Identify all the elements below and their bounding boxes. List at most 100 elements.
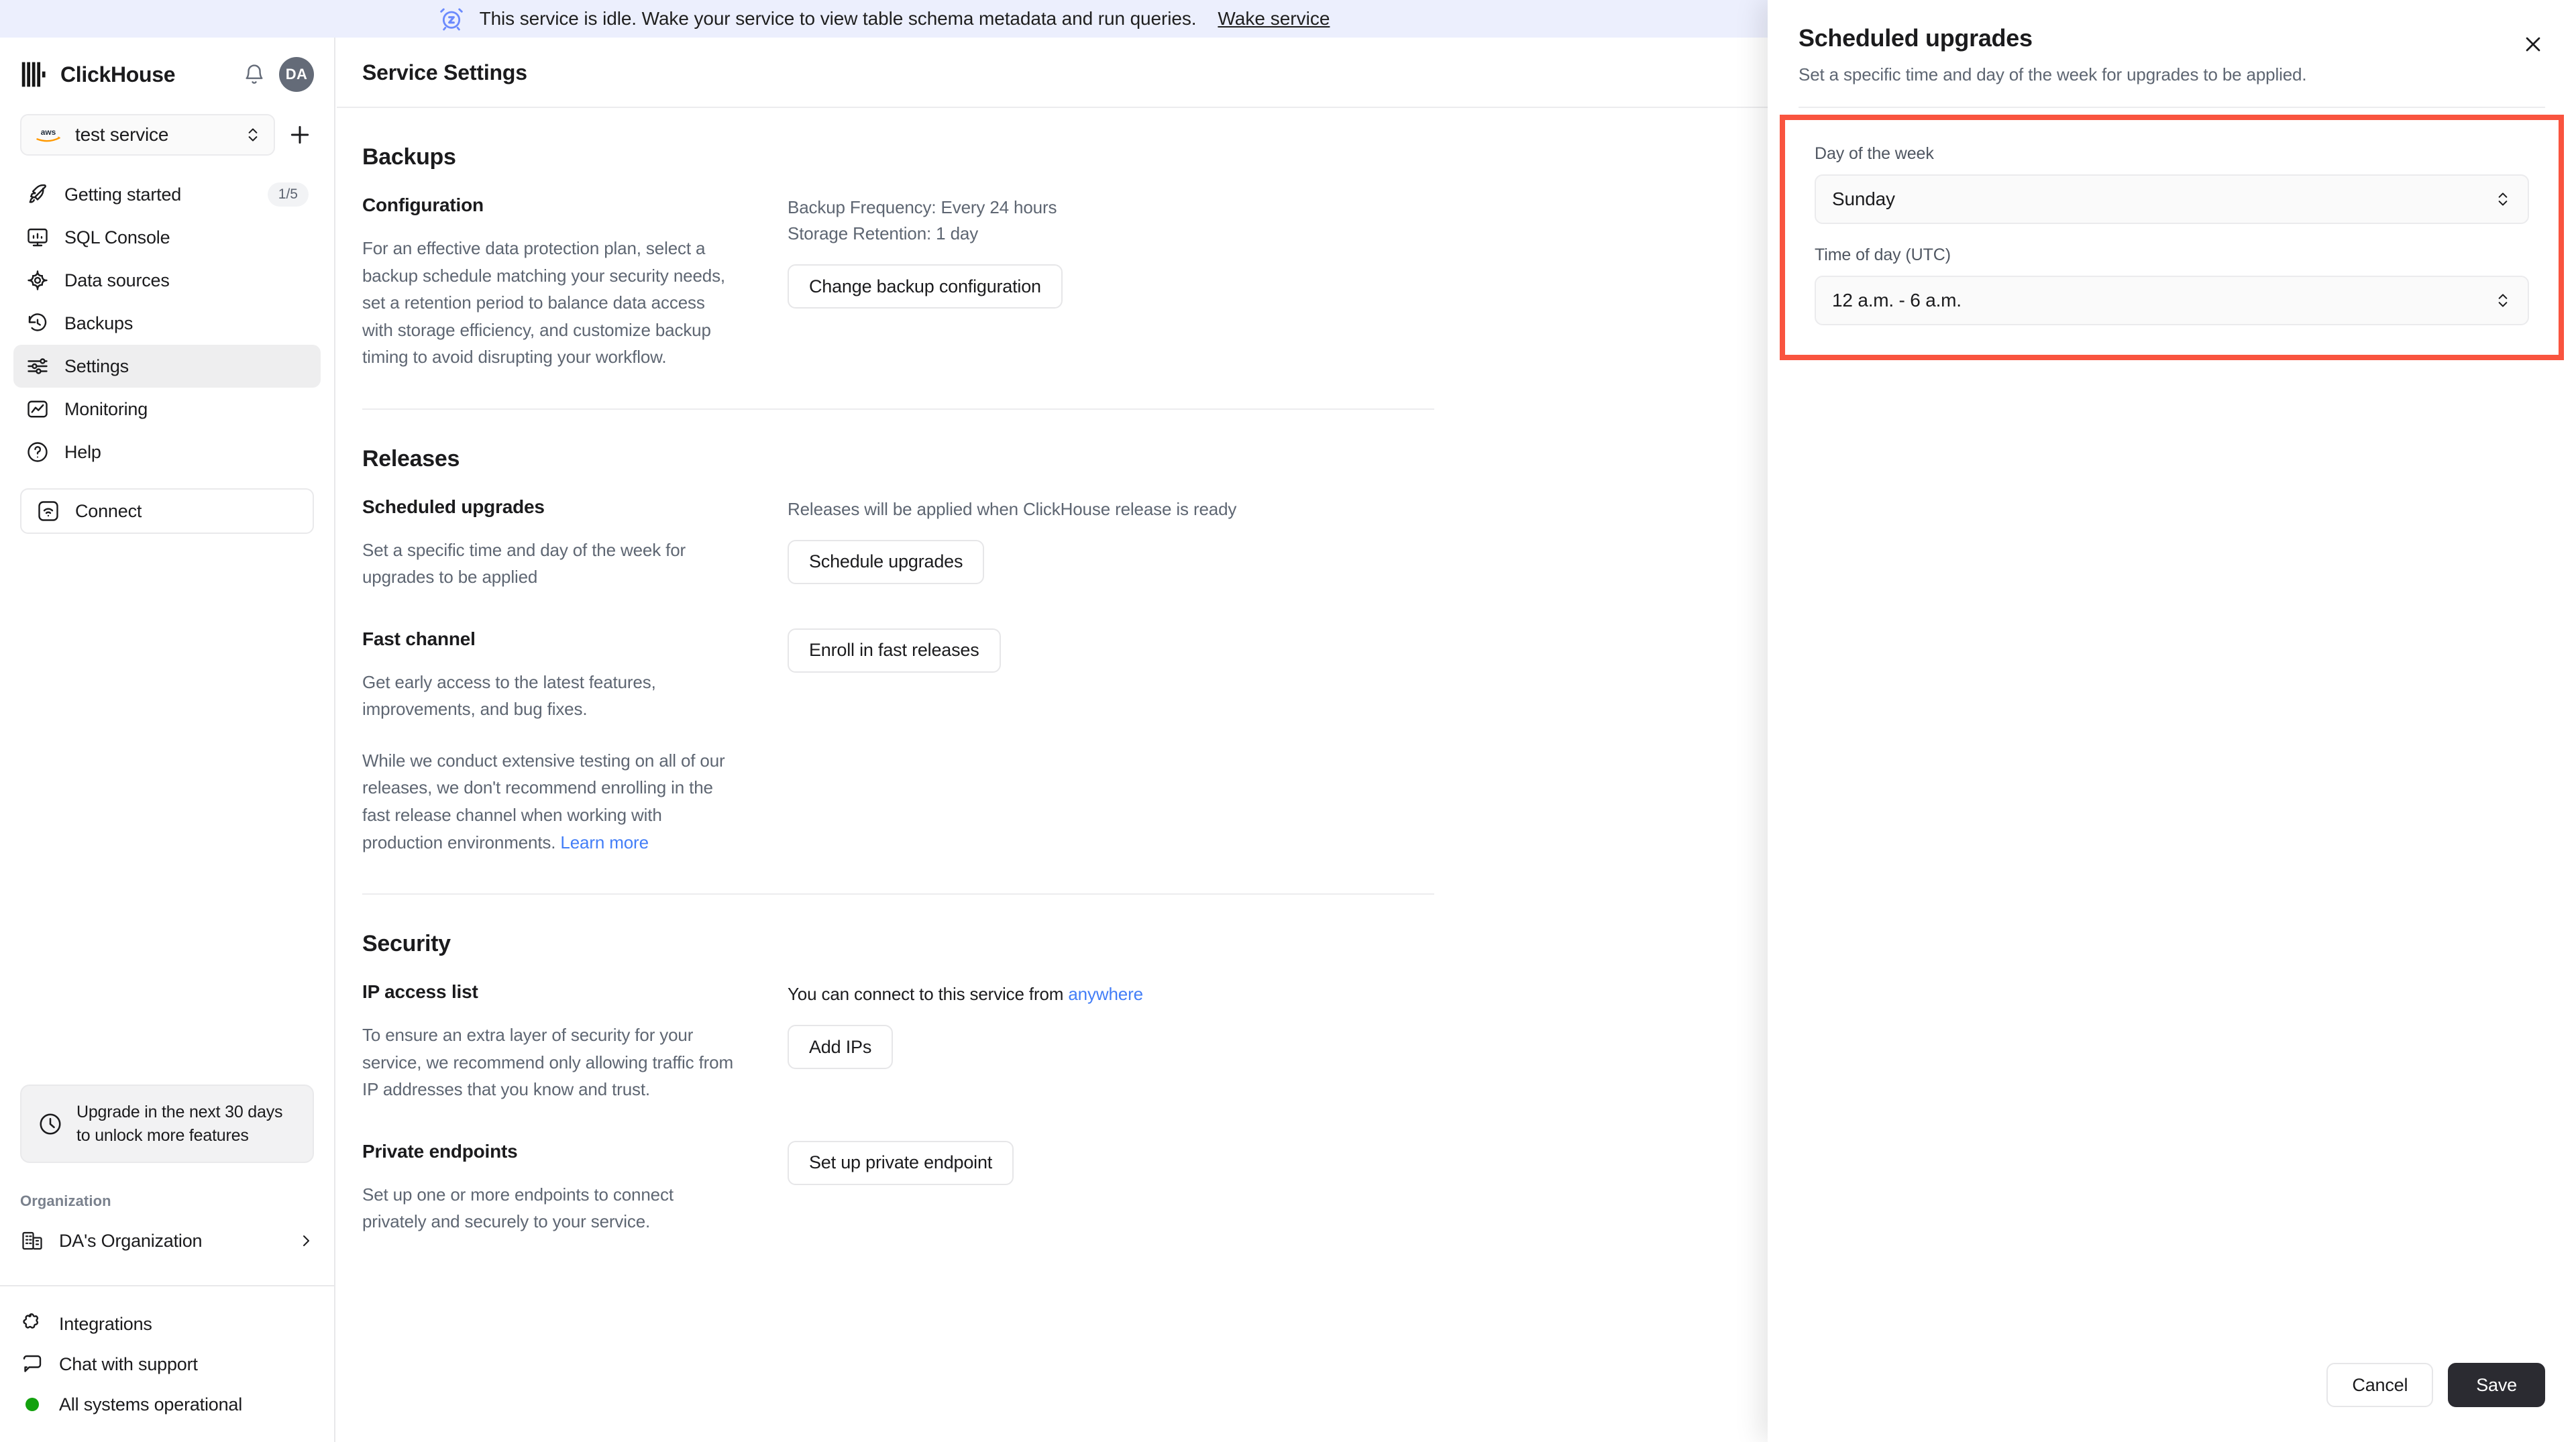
setting-left: Scheduled upgrades Set a specific time a… (362, 496, 738, 591)
setting-description: To ensure an extra layer of security for… (362, 1025, 733, 1100)
sidebar-item-help[interactable]: Help (13, 431, 321, 474)
sidebar-item-label: Getting started (64, 184, 182, 205)
upgrade-schedule-fields-highlight: Day of the week Sunday Time of day (UTC)… (1780, 115, 2564, 360)
sidebar-item-label: Settings (64, 355, 129, 376)
close-icon[interactable] (2521, 32, 2545, 56)
setting-row-fast-channel: Fast channel Get early access to the lat… (362, 628, 1768, 856)
fast-channel-warning-text: While we conduct extensive testing on al… (362, 750, 725, 852)
data-sources-icon (25, 268, 50, 292)
setting-left: Fast channel Get early access to the lat… (362, 628, 738, 856)
status-dot (25, 1398, 39, 1411)
notifications-bell-icon[interactable] (243, 63, 266, 86)
sidebar-item-data-sources[interactable]: Data sources (13, 259, 321, 302)
schedule-upgrades-button[interactable]: Schedule upgrades (788, 539, 985, 584)
sidebar-item-label: Data sources (64, 270, 170, 290)
change-backup-configuration-button[interactable]: Change backup configuration (788, 264, 1063, 309)
drawer-header: Scheduled upgrades Set a specific time a… (1768, 0, 2576, 108)
wifi-icon (36, 499, 60, 523)
chevron-updown-icon (2494, 290, 2512, 311)
setting-left: Private endpoints Set up one or more end… (362, 1141, 738, 1235)
setting-row-ip-access-list: IP access list To ensure an extra layer … (362, 981, 1768, 1103)
banner-message: This service is idle. Wake your service … (479, 8, 1197, 29)
sidebar-item-label: Chat with support (59, 1353, 198, 1374)
sidebar-item-label: SQL Console (64, 227, 170, 247)
clickhouse-logo-icon (20, 60, 50, 89)
releases-info-line: Releases will be applied when ClickHouse… (788, 498, 1237, 519)
connect-button[interactable]: Connect (20, 488, 314, 534)
sidebar: ClickHouse DA aws test service Getting s… (0, 38, 335, 1442)
brand-row: ClickHouse DA (0, 38, 334, 95)
setting-right: You can connect to this service from any… (738, 981, 1768, 1070)
alarm-snooze-icon (438, 5, 465, 32)
sidebar-nav: Getting started 1/5 SQL Console Data sou… (0, 156, 334, 474)
settings-content: Backups Configuration For an effective d… (337, 144, 1768, 1235)
drawer-footer: Cancel Save (1768, 1363, 2576, 1442)
scheduled-upgrades-drawer: Scheduled upgrades Set a specific time a… (1768, 0, 2576, 1442)
organization-label: Organization (20, 1193, 111, 1209)
setting-description: For an effective data protection plan, s… (362, 238, 726, 368)
chevron-right-icon (298, 1233, 314, 1249)
aws-logo-icon: aws (34, 126, 63, 144)
sidebar-item-chat-with-support[interactable]: Chat with support (20, 1344, 314, 1384)
sliders-icon (25, 354, 50, 378)
field-day-of-week: Day of the week Sunday (1815, 144, 2529, 224)
set-up-private-endpoint-button[interactable]: Set up private endpoint (788, 1140, 1014, 1185)
system-status-label: All systems operational (59, 1394, 243, 1415)
section-title-security: Security (362, 931, 451, 957)
connect-wrap: Connect (0, 474, 334, 534)
sidebar-item-settings[interactable]: Settings (13, 345, 321, 388)
organization-name: DA's Organization (59, 1230, 203, 1251)
setting-right: Enroll in fast releases (738, 628, 1768, 673)
field-time-of-day: Time of day (UTC) 12 a.m. - 6 a.m. (1815, 245, 2529, 325)
wake-service-link[interactable]: Wake service (1218, 8, 1330, 30)
drawer-subtitle: Set a specific time and day of the week … (1799, 64, 2307, 85)
enroll-in-fast-releases-button[interactable]: Enroll in fast releases (788, 628, 1001, 673)
setting-heading: Fast channel (362, 628, 476, 649)
section-title-releases: Releases (362, 445, 460, 472)
learn-more-link[interactable]: Learn more (560, 832, 649, 852)
organization-switcher[interactable]: DA's Organization (20, 1221, 314, 1261)
cancel-button[interactable]: Cancel (2326, 1363, 2434, 1407)
status-dot-icon (20, 1392, 44, 1417)
system-status-row[interactable]: All systems operational (20, 1384, 314, 1425)
getting-started-progress-badge: 1/5 (267, 182, 309, 207)
upgrade-promo-card[interactable]: Upgrade in the next 30 days to unlock mo… (20, 1085, 314, 1163)
sidebar-item-label: Help (64, 441, 101, 462)
svg-text:aws: aws (41, 127, 56, 137)
chevron-updown-icon (2494, 189, 2512, 209)
service-selector[interactable]: aws test service (20, 114, 275, 156)
day-of-week-select[interactable]: Sunday (1815, 174, 2529, 224)
section-title-backups: Backups (362, 144, 456, 170)
setting-heading: Private endpoints (362, 1140, 518, 1162)
sidebar-item-getting-started[interactable]: Getting started 1/5 (13, 173, 321, 216)
sidebar-item-label: Backups (64, 313, 133, 333)
sidebar-item-monitoring[interactable]: Monitoring (13, 388, 321, 431)
add-service-button[interactable] (286, 121, 314, 149)
setting-row-private-endpoints: Private endpoints Set up one or more end… (362, 1140, 1768, 1235)
setting-right: Backup Frequency: Every 24 hours Storage… (738, 195, 1768, 309)
service-name: test service (75, 124, 169, 145)
time-of-day-select[interactable]: 12 a.m. - 6 a.m. (1815, 276, 2529, 325)
save-button[interactable]: Save (2448, 1363, 2545, 1407)
section-divider (362, 408, 1434, 410)
backup-restore-icon (25, 311, 50, 335)
sidebar-item-sql-console[interactable]: SQL Console (13, 216, 321, 259)
user-avatar[interactable]: DA (279, 57, 314, 92)
setting-row-configuration: Configuration For an effective data prot… (362, 195, 1768, 371)
drawer-header-divider (1799, 107, 2545, 108)
clock-icon (38, 1111, 63, 1137)
field-label: Time of day (UTC) (1815, 245, 1951, 264)
anywhere-link[interactable]: anywhere (1068, 984, 1143, 1004)
time-of-day-value: 12 a.m. - 6 a.m. (1832, 290, 1962, 311)
day-of-week-value: Sunday (1832, 188, 1895, 209)
building-icon (20, 1229, 44, 1253)
sidebar-item-backups[interactable]: Backups (13, 302, 321, 345)
setting-right: Releases will be applied when ClickHouse… (738, 496, 1768, 584)
add-ips-button[interactable]: Add IPs (788, 1025, 894, 1070)
ip-access-info-line: You can connect to this service from any… (788, 981, 1768, 1007)
rocket-icon (25, 182, 50, 207)
sidebar-item-integrations[interactable]: Integrations (20, 1304, 314, 1344)
brand-name: ClickHouse (60, 62, 176, 87)
puzzle-icon (20, 1312, 44, 1336)
